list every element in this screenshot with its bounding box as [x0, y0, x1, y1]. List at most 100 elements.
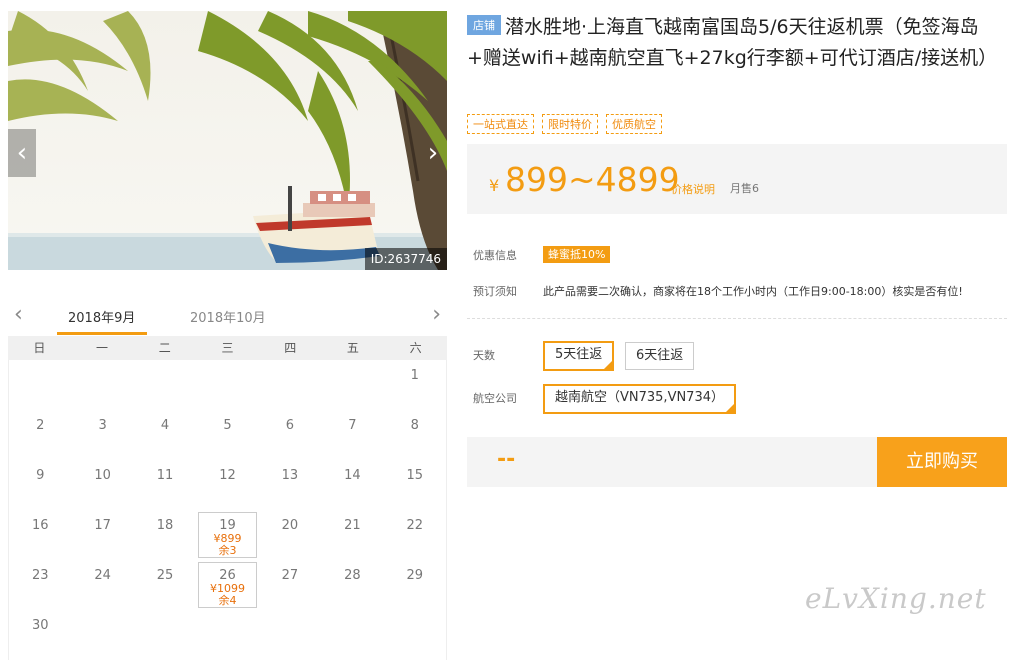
- day-number: [9, 360, 71, 368]
- day-number: 15: [406, 468, 424, 483]
- option-5-days[interactable]: 5天往返: [543, 341, 615, 371]
- product-title: 潜水胜地·上海直飞越南富国岛5/6天往返机票（免签海岛+赠送wifi+越南航空直…: [467, 16, 998, 69]
- day-number: 1: [410, 368, 419, 383]
- monthly-sold: 月售6: [730, 182, 759, 195]
- booking-notice-text: 此产品需要二次确认，商家将在18个工作小时内（工作日9:00-18:00）核实是…: [543, 285, 963, 298]
- price-note-link[interactable]: 价格说明: [671, 181, 715, 197]
- calendar-day: 22: [384, 510, 446, 560]
- day-number: 6: [285, 418, 295, 433]
- calendar-next-icon[interactable]: ›: [432, 302, 441, 327]
- promo-label: 优惠信息: [473, 249, 517, 262]
- day-number: 17: [94, 518, 111, 533]
- buy-now-button[interactable]: 立即购买: [877, 437, 1007, 487]
- calendar-day: 7: [321, 410, 383, 460]
- day-number: 7: [348, 418, 357, 433]
- available-day-box: [198, 562, 257, 608]
- currency-symbol: ¥: [489, 176, 500, 195]
- calendar-empty-cell: [196, 610, 258, 660]
- day-number: 22: [406, 518, 424, 533]
- calendar-day: 13: [259, 460, 321, 510]
- calendar-day: 30: [9, 610, 71, 660]
- shop-badge: 店铺: [467, 15, 501, 35]
- calendar-day: 3: [71, 410, 133, 460]
- calendar-day: 14: [321, 460, 383, 510]
- price-box: ¥ 899~4899 价格说明 月售6: [467, 144, 1007, 214]
- weekday-label: 四: [284, 341, 297, 355]
- option-airline[interactable]: 越南航空（VN735,VN734）: [543, 384, 736, 414]
- day-number: 13: [281, 468, 299, 483]
- day-number: 18: [156, 518, 174, 533]
- calendar-day: 16: [9, 510, 71, 560]
- active-tab-indicator: [57, 332, 147, 335]
- booking-notice-row: 预订须知 此产品需要二次确认，商家将在18个工作小时内（工作日9:00-18:0…: [473, 283, 963, 299]
- day-number: 3: [98, 418, 107, 433]
- calendar-empty-cell: [134, 360, 196, 410]
- total-price: --: [497, 447, 516, 472]
- day-number: [134, 610, 196, 618]
- day-number: [196, 360, 258, 368]
- calendar-empty-cell: [71, 610, 133, 660]
- beach-photo: [8, 11, 447, 270]
- calendar-prev-icon[interactable]: ‹: [14, 302, 23, 327]
- day-number: [259, 610, 321, 618]
- day-number: [384, 610, 446, 618]
- product-photo-carousel: ‹ › ID:2637746: [8, 11, 447, 270]
- day-number: 24: [94, 568, 111, 583]
- promo-badge: 蜂蜜抵10%: [543, 246, 611, 263]
- weekday-header: 日一二三四五六: [8, 336, 447, 360]
- site-watermark: eLvXing.net: [805, 582, 987, 615]
- promo-row: 优惠信息 蜂蜜抵10%: [473, 246, 611, 263]
- day-number: [134, 360, 196, 368]
- calendar-day: 9: [9, 460, 71, 510]
- day-number: 21: [344, 518, 361, 533]
- calendar-day: 5: [196, 410, 258, 460]
- day-number: [321, 610, 383, 618]
- carousel-prev-button[interactable]: ‹: [8, 129, 36, 177]
- calendar-day: 11: [134, 460, 196, 510]
- purchase-bar: -- 立即购买: [467, 437, 1007, 487]
- tag-quality-airline: 优质航空: [606, 114, 662, 134]
- day-number: [259, 360, 321, 368]
- calendar-day: 1: [384, 360, 446, 410]
- tag-special-price: 限时特价: [542, 114, 598, 134]
- calendar-day: 12: [196, 460, 258, 510]
- tab-month-sep[interactable]: 2018年9月: [68, 307, 135, 326]
- days-label: 天数: [473, 349, 495, 362]
- calendar-day: 28: [321, 560, 383, 610]
- day-number: 29: [406, 568, 424, 583]
- date-calendar: ‹ 2018年9月 2018年10月 › 日一二三四五六 1 2 3 4 5 6 7 8 9 10…: [8, 296, 447, 660]
- photo-id-label: ID:2637746: [364, 248, 447, 270]
- calendar-day: 21: [321, 510, 383, 560]
- calendar-day: 17: [71, 510, 133, 560]
- calendar-empty-cell: [259, 610, 321, 660]
- calendar-day: 4: [134, 410, 196, 460]
- day-number: [71, 360, 133, 368]
- calendar-day: 29: [384, 560, 446, 610]
- calendar-day: 6: [259, 410, 321, 460]
- day-number: 12: [219, 468, 236, 483]
- tab-month-oct[interactable]: 2018年10月: [190, 307, 266, 326]
- day-number: 30: [31, 618, 49, 633]
- calendar-day: 10: [71, 460, 133, 510]
- calendar-day: 24: [71, 560, 133, 610]
- calendar-empty-cell: [134, 610, 196, 660]
- day-number: 28: [344, 568, 361, 583]
- booking-notice-label: 预订须知: [473, 285, 517, 298]
- calendar-empty-cell: [196, 360, 258, 410]
- calendar-day[interactable]: 19 ¥899 余3: [196, 510, 258, 560]
- calendar-day: 23: [9, 560, 71, 610]
- weekday-label: 五: [346, 341, 359, 355]
- day-number: 14: [344, 468, 361, 483]
- carousel-next-button[interactable]: ›: [419, 129, 447, 177]
- day-number: 10: [94, 468, 111, 483]
- calendar-empty-cell: [9, 360, 71, 410]
- option-6-days[interactable]: 6天往返: [625, 342, 695, 370]
- day-number: [71, 610, 133, 618]
- price-range: 899~4899: [505, 160, 680, 199]
- weekday-label: 六: [409, 341, 422, 355]
- day-number: 8: [410, 418, 419, 433]
- chevron-right-icon: ›: [427, 138, 439, 168]
- day-number: 11: [156, 468, 174, 483]
- calendar-day: 8: [384, 410, 446, 460]
- calendar-day[interactable]: 26 ¥1099 余4: [196, 560, 258, 610]
